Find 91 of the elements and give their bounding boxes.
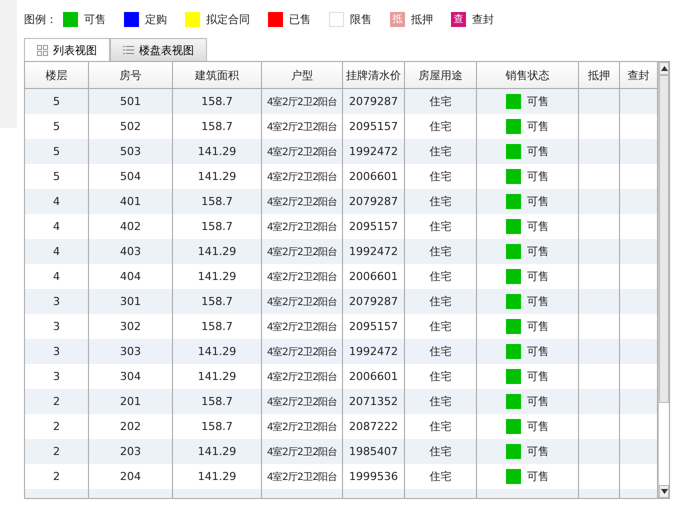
legend-label: 抵押 bbox=[411, 12, 433, 26]
table-cell: 1992472 bbox=[343, 339, 405, 364]
table-cell: 1992472 bbox=[343, 139, 405, 164]
table-cell: 158.7 bbox=[173, 189, 262, 214]
status-text: 可售 bbox=[527, 244, 549, 259]
table-cell: 158.7 bbox=[173, 89, 262, 114]
legend-label: 查封 bbox=[472, 12, 494, 26]
table-cell: 2079287 bbox=[343, 289, 405, 314]
column-header[interactable]: 户型 bbox=[262, 62, 343, 88]
legend-badge: 查 bbox=[451, 12, 466, 26]
table-cell: 住宅 bbox=[405, 239, 477, 264]
column-header[interactable]: 房号 bbox=[89, 62, 173, 88]
legend-badge: 抵 bbox=[390, 12, 405, 26]
table-cell: 1992472 bbox=[343, 239, 405, 264]
table-cell: 2079287 bbox=[343, 189, 405, 214]
table-cell: 2 bbox=[25, 439, 89, 464]
view-tab[interactable]: 列表视图 bbox=[24, 38, 110, 61]
column-header[interactable]: 建筑面积 bbox=[173, 62, 262, 88]
status-text: 可售 bbox=[527, 169, 549, 184]
legend-label: 拟定合同 bbox=[206, 12, 250, 26]
table-cell: 203 bbox=[89, 439, 173, 464]
table-cell: 4室2厅2卫2阳台 bbox=[262, 139, 343, 164]
table-cell: 501 bbox=[89, 89, 173, 114]
table-cell: 4室2厅2卫2阳台 bbox=[262, 189, 343, 214]
column-header[interactable]: 挂牌清水价 bbox=[343, 62, 405, 88]
status-text: 可售 bbox=[527, 219, 549, 234]
table-cell: 2 bbox=[25, 389, 89, 414]
column-header[interactable]: 房屋用途 bbox=[405, 62, 477, 88]
table-cell: 4室2厅2卫2阳台 bbox=[262, 339, 343, 364]
scrollbar-thumb[interactable] bbox=[659, 75, 669, 403]
table-cell: 4室2厅2卫2阳台 bbox=[262, 239, 343, 264]
table-cell: 141.29 bbox=[173, 439, 262, 464]
table-cell: 4 bbox=[25, 189, 89, 214]
table-cell: 503 bbox=[89, 139, 173, 164]
status-text: 可售 bbox=[527, 419, 549, 434]
status-text: 可售 bbox=[527, 469, 549, 484]
status-text: 可售 bbox=[527, 344, 549, 359]
table-cell: 158.7 bbox=[173, 289, 262, 314]
down-arrow-icon bbox=[660, 489, 668, 494]
status-text: 可售 bbox=[527, 119, 549, 134]
table-cell: 158.7 bbox=[173, 389, 262, 414]
table-cell: 2071352 bbox=[343, 389, 405, 414]
table-cell: 4 bbox=[25, 239, 89, 264]
table-cell: 3 bbox=[25, 289, 89, 314]
list-icon bbox=[123, 45, 134, 55]
table-cell: 403 bbox=[89, 239, 173, 264]
table-cell: 5 bbox=[25, 89, 89, 114]
table-cell: 4室2厅2卫2阳台 bbox=[262, 89, 343, 114]
legend-label: 图例： bbox=[24, 12, 57, 26]
status-text: 可售 bbox=[527, 319, 549, 334]
table-cell: 401 bbox=[89, 189, 173, 214]
table-cell: 4室2厅2卫2阳台 bbox=[262, 439, 343, 464]
table-cell: 141.29 bbox=[173, 239, 262, 264]
table-cell: 301 bbox=[89, 289, 173, 314]
table-cell: 住宅 bbox=[405, 439, 477, 464]
status-text: 可售 bbox=[527, 369, 549, 384]
grid-icon bbox=[37, 44, 48, 56]
table-cell: 1985407 bbox=[343, 439, 405, 464]
table-cell: 4室2厅2卫2阳台 bbox=[262, 389, 343, 414]
status-text: 可售 bbox=[527, 394, 549, 409]
table-cell: 3 bbox=[25, 339, 89, 364]
table-cell: 141.29 bbox=[173, 139, 262, 164]
column-header[interactable]: 抵押 bbox=[579, 62, 620, 88]
column-header[interactable]: 楼层 bbox=[25, 62, 89, 88]
legend-label: 定购 bbox=[145, 12, 167, 26]
up-arrow-icon bbox=[660, 66, 668, 71]
status-text: 可售 bbox=[527, 144, 549, 159]
table-cell: 5 bbox=[25, 139, 89, 164]
status-text: 可售 bbox=[527, 94, 549, 109]
table-cell: 住宅 bbox=[405, 189, 477, 214]
legend-label: 限售 bbox=[350, 12, 372, 26]
table-cell: 住宅 bbox=[405, 139, 477, 164]
table-cell: 住宅 bbox=[405, 339, 477, 364]
table-cell: 住宅 bbox=[405, 289, 477, 314]
table-cell: 141.29 bbox=[173, 339, 262, 364]
table-cell: 住宅 bbox=[405, 89, 477, 114]
status-text: 可售 bbox=[527, 294, 549, 309]
status-text: 可售 bbox=[527, 444, 549, 459]
table-cell: 201 bbox=[89, 389, 173, 414]
view-tab[interactable]: 楼盘表视图 bbox=[110, 38, 207, 61]
legend-label: 已售 bbox=[289, 12, 311, 26]
status-text: 可售 bbox=[527, 269, 549, 284]
table-cell: 2079287 bbox=[343, 89, 405, 114]
table-cell: 303 bbox=[89, 339, 173, 364]
scroll-down-button[interactable] bbox=[659, 485, 669, 498]
table-cell: 4室2厅2卫2阳台 bbox=[262, 289, 343, 314]
table-cell: 住宅 bbox=[405, 389, 477, 414]
legend-label: 可售 bbox=[84, 12, 106, 26]
status-text: 可售 bbox=[527, 194, 549, 209]
column-header[interactable]: 销售状态 bbox=[477, 62, 579, 88]
scroll-up-button[interactable] bbox=[659, 62, 669, 75]
